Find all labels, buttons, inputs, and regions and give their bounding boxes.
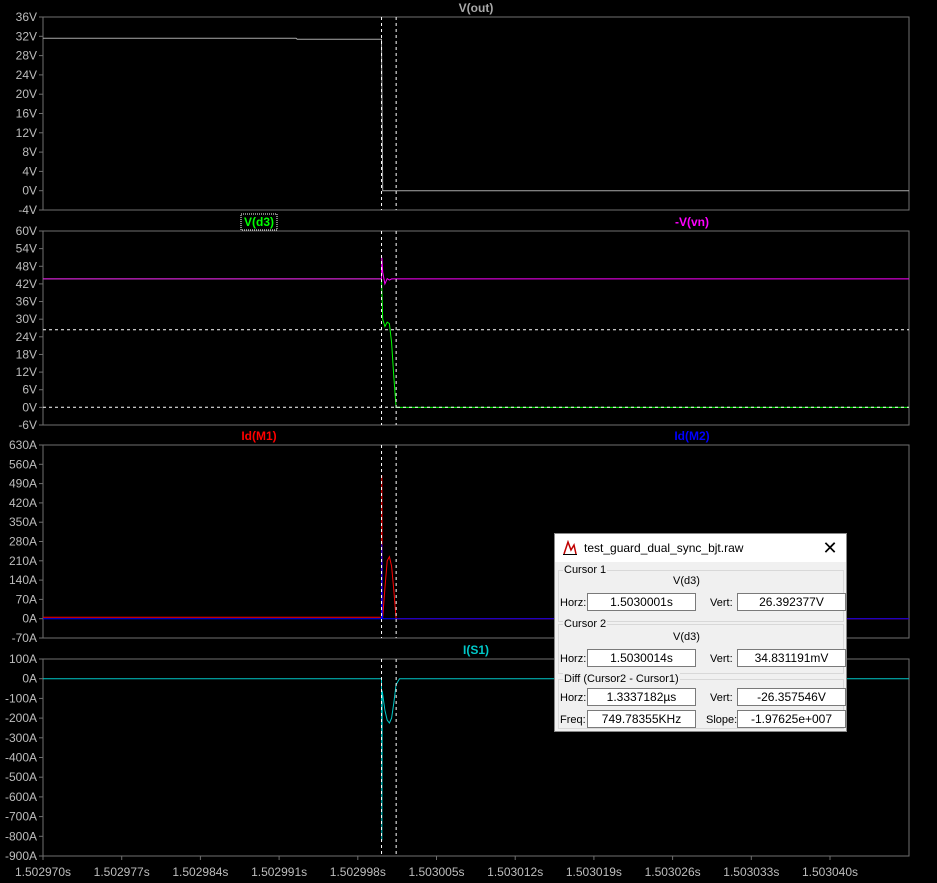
pane-4-ytick-label: -500A bbox=[5, 770, 37, 784]
pane-2-ytick-label: -6V bbox=[18, 418, 37, 432]
pane-3-title: Id(M1) bbox=[241, 429, 276, 443]
close-icon[interactable]: ✕ bbox=[820, 538, 840, 558]
pane-4-ytick-label: -600A bbox=[5, 790, 37, 804]
pane-3-ytick-label: 210A bbox=[9, 554, 37, 568]
cursor1-trace: V(d3) bbox=[673, 575, 700, 587]
xtick-label: 1.502984s bbox=[172, 865, 228, 879]
pane-4-ytick-label: 0A bbox=[22, 672, 37, 686]
pane-2-frame bbox=[42, 230, 910, 426]
xtick-label: 1.503019s bbox=[566, 865, 622, 879]
pane-2-title: V(d3) bbox=[244, 215, 274, 229]
pane-1-ytick-label: -4V bbox=[18, 203, 37, 217]
pane-2-ytick-label: 30V bbox=[16, 312, 37, 326]
pane-2-title2: -V(vn) bbox=[675, 215, 709, 229]
pane-4-ytick-label: -400A bbox=[5, 751, 37, 765]
pane-3-ytick-label: 560A bbox=[9, 457, 37, 471]
pane-1-ytick-label: 8V bbox=[22, 145, 37, 159]
pane-2-ytick-label: 0V bbox=[22, 400, 37, 414]
diff-group-title: Diff (Cursor2 - Cursor1) bbox=[563, 673, 680, 685]
pane-4-ytick-label: -200A bbox=[5, 711, 37, 725]
cursor1-horz-label: Horz: bbox=[560, 597, 587, 609]
pane-2-ytick-label: 42V bbox=[16, 277, 37, 291]
pane-4-ytick-label: -900A bbox=[5, 849, 37, 863]
pane-2-ytick-label: 54V bbox=[16, 242, 37, 256]
pane-2-ytick-label: 24V bbox=[16, 330, 37, 344]
pane-1-ytick-label: 32V bbox=[16, 29, 37, 43]
dialog-title: test_guard_dual_sync_bjt.raw bbox=[584, 541, 744, 555]
cursor2-group-title: Cursor 2 bbox=[563, 618, 608, 630]
pane-2-ytick-label: 18V bbox=[16, 347, 37, 361]
pane-4-ytick-label: 100A bbox=[9, 652, 37, 666]
trace-v-d3- bbox=[43, 278, 909, 408]
pane-1-ytick-label: 20V bbox=[16, 87, 37, 101]
trace-v-out- bbox=[43, 37, 909, 192]
diff-freq-label: Freq: bbox=[560, 714, 586, 726]
dialog-titlebar[interactable]: test_guard_dual_sync_bjt.raw ✕ bbox=[555, 534, 846, 562]
xtick-label: 1.503033s bbox=[723, 865, 779, 879]
diff-vert-field[interactable]: -26.357546V bbox=[737, 688, 846, 706]
pane-1-title: V(out) bbox=[459, 1, 494, 15]
cursor2-horz-label: Horz: bbox=[560, 653, 587, 665]
pane-3-ytick-label: 490A bbox=[9, 477, 37, 491]
pane-4-ytick-label: -700A bbox=[5, 810, 37, 824]
diff-horz-field[interactable]: 1.3337182µs bbox=[587, 688, 696, 706]
pane-3-ytick-label: 280A bbox=[9, 535, 37, 549]
pane-1-ytick-label: 0V bbox=[22, 184, 37, 198]
probe-icon bbox=[563, 540, 577, 555]
pane-2-ytick-label: 60V bbox=[16, 224, 37, 238]
xtick-label: 1.502998s bbox=[330, 865, 386, 879]
cursor-readout-dialog[interactable]: test_guard_dual_sync_bjt.raw ✕ Cursor 1 … bbox=[554, 533, 847, 732]
xtick-label: 1.502970s bbox=[15, 865, 71, 879]
pane-1-ytick-label: 16V bbox=[16, 107, 37, 121]
pane-2-ytick-label: 36V bbox=[16, 295, 37, 309]
cursor1-group-title: Cursor 1 bbox=[563, 564, 608, 576]
cursor2-horz-field[interactable]: 1.5030014s bbox=[587, 649, 696, 667]
pane-2-ytick-label: 12V bbox=[16, 365, 37, 379]
pane-4-ytick-label: -100A bbox=[5, 691, 37, 705]
pane-3-title2: Id(M2) bbox=[674, 429, 709, 443]
pane-4-title: I(S1) bbox=[463, 643, 489, 657]
waveform-plot[interactable]: 36V 32V 28V 24V 20V 16V 12V 8V 4V 0V -4V V(out) 60V 5… bbox=[0, 0, 937, 883]
diff-slope-field[interactable]: -1.97625e+007 bbox=[737, 710, 846, 728]
pane-3-ytick-label: 70A bbox=[16, 592, 37, 606]
cursor1-horz-field[interactable]: 1.5030001s bbox=[587, 593, 696, 611]
xtick-label: 1.503040s bbox=[802, 865, 858, 879]
pane-3-ytick-label: -70A bbox=[12, 631, 37, 645]
xtick-label: 1.503012s bbox=[487, 865, 543, 879]
pane-3-ytick-label: 350A bbox=[9, 515, 37, 529]
pane-1-ytick-label: 36V bbox=[16, 10, 37, 24]
pane-2-ytick-label: 48V bbox=[16, 259, 37, 273]
pane-4-ytick-label: -300A bbox=[5, 731, 37, 745]
diff-slope-label: Slope: bbox=[706, 714, 738, 726]
cursor2-vert-field[interactable]: 34.831191mV bbox=[737, 649, 846, 667]
xtick-label: 1.502991s bbox=[251, 865, 307, 879]
diff-freq-field[interactable]: 749.78355KHz bbox=[587, 710, 696, 728]
pane-1-frame bbox=[42, 16, 910, 211]
xtick-label: 1.503005s bbox=[408, 865, 464, 879]
diff-horz-label: Horz: bbox=[560, 692, 587, 704]
cursor2-vert-label: Vert: bbox=[710, 653, 733, 665]
xtick-label: 1.503026s bbox=[645, 865, 701, 879]
pane-1-ytick-label: 4V bbox=[22, 164, 37, 178]
pane-3-ytick-label: 0A bbox=[22, 612, 37, 626]
pane-1-ytick-label: 24V bbox=[16, 68, 37, 82]
pane-3-ytick-label: 630A bbox=[9, 438, 37, 452]
diff-vert-label: Vert: bbox=[710, 692, 733, 704]
xtick-label: 1.502977s bbox=[94, 865, 150, 879]
cursor2-trace: V(d3) bbox=[673, 631, 700, 643]
trace--v-vn- bbox=[43, 257, 909, 286]
pane-4-ytick-label: -800A bbox=[5, 829, 37, 843]
cursor1-vert-label: Vert: bbox=[710, 597, 733, 609]
cursor1-vert-field[interactable]: 26.392377V bbox=[737, 593, 846, 611]
pane-2-ytick-label: 6V bbox=[22, 383, 37, 397]
pane-3-ytick-label: 420A bbox=[9, 496, 37, 510]
pane-1-ytick-label: 12V bbox=[16, 126, 37, 140]
pane-3-ytick-label: 140A bbox=[9, 573, 37, 587]
pane-1-ytick-label: 28V bbox=[16, 49, 37, 63]
